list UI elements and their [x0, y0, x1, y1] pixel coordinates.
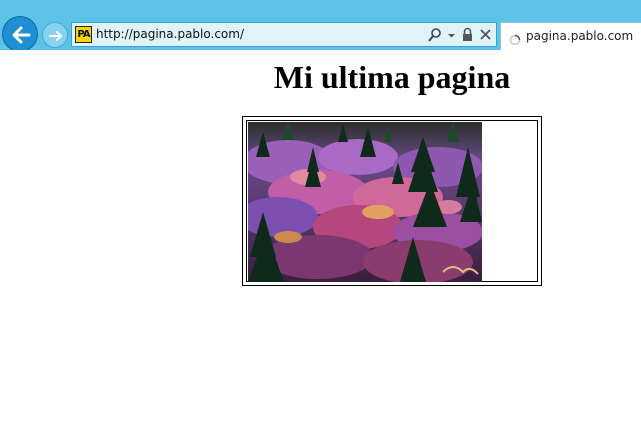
- browser-tab[interactable]: pagina.pablo.com: [500, 22, 641, 50]
- stop-icon[interactable]: [479, 26, 492, 48]
- address-bar[interactable]: PA http://pagina.pablo.com/: [71, 22, 497, 47]
- forest-photo: [248, 122, 482, 282]
- loading-spinner-icon: [509, 31, 521, 50]
- page-title: Mi ultima pagina: [273, 59, 511, 95]
- search-icon[interactable]: [427, 26, 442, 48]
- page-content: Mi ultima pagina: [0, 50, 641, 431]
- dropdown-icon[interactable]: [447, 26, 456, 48]
- image-cell: [246, 120, 538, 282]
- back-arrow-icon: [12, 26, 31, 44]
- tab-title: pagina.pablo.com: [526, 29, 634, 43]
- address-bar-icons: [427, 26, 492, 44]
- forward-button[interactable]: [42, 22, 68, 48]
- site-favicon: PA: [75, 26, 92, 43]
- browser-toolbar: PA http://pagina.pablo.com/ pagina.pablo…: [0, 0, 641, 52]
- address-url[interactable]: http://pagina.pablo.com/: [96, 27, 244, 41]
- back-button[interactable]: [2, 16, 38, 52]
- lock-icon[interactable]: [461, 26, 474, 48]
- image-table: [242, 116, 542, 286]
- forward-arrow-icon: [49, 31, 62, 41]
